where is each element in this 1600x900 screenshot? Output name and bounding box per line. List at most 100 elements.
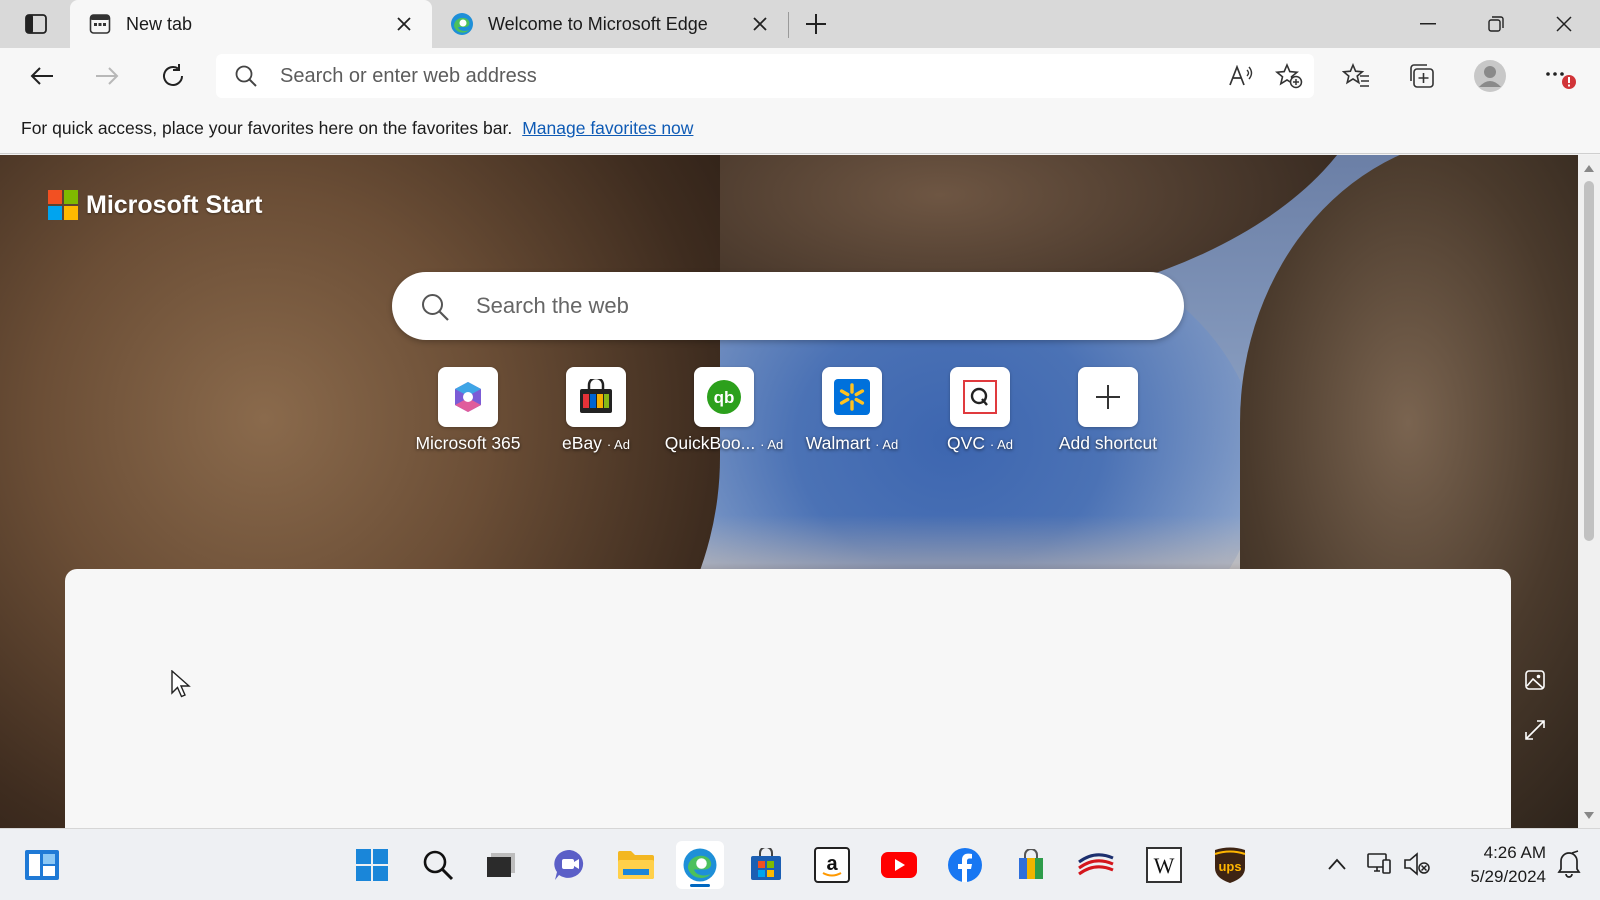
tab-welcome-edge[interactable]: Welcome to Microsoft Edge [432,0,788,48]
amazon-icon: a [814,847,850,883]
shortcut-label: Microsoft 365 [415,433,521,453]
plus-icon [1096,385,1120,409]
manage-favorites-link[interactable]: Manage favorites now [522,118,693,139]
notification-bell-icon [1557,850,1581,878]
bank-of-america-button[interactable] [1072,841,1120,889]
close-window-button[interactable] [1530,0,1598,48]
read-aloud-icon [1229,65,1253,86]
favorites-bar-message: For quick access, place your favorites h… [21,118,513,138]
favorites-bar: For quick access, place your favorites h… [0,104,1600,154]
address-bar[interactable] [216,54,1314,98]
search-icon [234,64,258,93]
collections-icon [1410,64,1434,88]
shortcut-walmart[interactable]: Walmart · Ad [788,367,916,454]
tab-title: Welcome to Microsoft Edge [488,13,708,34]
microsoft-365-icon [455,382,481,412]
active-app-indicator [690,884,710,887]
amazon-button[interactable]: a [808,841,856,889]
svg-text:a: a [826,853,838,875]
forward-button[interactable] [87,56,127,96]
collections-button[interactable] [1402,56,1442,96]
shortcut-label: QVC [947,433,985,453]
shortcut-label: eBay [562,433,602,453]
tab-close-button[interactable] [746,10,774,38]
minimize-button[interactable] [1394,0,1462,48]
system-clock[interactable]: 4:26 AM 5/29/2024 [1440,841,1546,889]
microsoft-store-button[interactable] [742,841,790,889]
favorites-button[interactable] [1336,56,1376,96]
forward-arrow-icon [96,67,119,85]
background-image-button[interactable] [1518,663,1552,697]
tab-actions-button[interactable] [18,12,54,36]
file-explorer-button[interactable] [612,841,660,889]
shortcut-quickbooks[interactable]: qb QuickBoo... · Ad [660,367,788,454]
notifications-button[interactable] [1554,847,1584,881]
refresh-button[interactable] [153,56,193,96]
back-button[interactable] [22,56,62,96]
close-icon [397,17,411,31]
tab-close-button[interactable] [390,10,418,38]
plus-icon [806,14,826,34]
network-icon [1367,853,1391,874]
scroll-up-arrow-icon[interactable] [1582,161,1596,175]
show-hidden-icons-button[interactable] [1322,847,1352,881]
shortcut-microsoft-365[interactable]: Microsoft 365 [404,367,532,454]
expand-icon [1525,720,1545,740]
microsoft-start-brand[interactable]: Microsoft Start [48,190,262,220]
ebay-bag-icon [580,379,612,413]
facebook-button[interactable] [941,841,989,889]
widgets-icon [25,850,59,880]
start-button[interactable] [348,841,396,889]
shopping-button[interactable] [1007,841,1055,889]
new-tab-page-icon [88,12,112,36]
web-search-input[interactable] [476,288,1126,324]
store-bag-icon [751,848,781,880]
restore-button[interactable] [1462,0,1530,48]
folder-icon [618,851,654,879]
taskbar: a W ups 4:26 AM 5/29/2024 [0,828,1600,900]
read-aloud-button[interactable] [1224,60,1258,92]
shortcut-ebay[interactable]: eBay · Ad [532,367,660,454]
settings-more-button[interactable] [1540,56,1580,96]
favorites-star-list-icon [1342,63,1369,87]
shortcut-label: Add shortcut [1058,433,1158,453]
shortcut-qvc[interactable]: QVC · Ad [916,367,1044,454]
clock-date: 5/29/2024 [1470,867,1546,886]
svg-text:qb: qb [714,388,735,407]
microsoft-logo-icon [48,190,78,220]
add-shortcut-button[interactable]: Add shortcut [1044,367,1172,454]
close-icon [1556,16,1572,32]
scroll-down-arrow-icon[interactable] [1582,808,1596,822]
ups-button[interactable]: ups [1206,841,1254,889]
minimize-icon [1420,23,1436,25]
bank-flag-icon [1078,853,1114,876]
more-options-icon [1546,72,1576,89]
scrollbar-thumb[interactable] [1584,181,1594,541]
network-button[interactable] [1364,847,1394,881]
expand-button[interactable] [1518,713,1552,747]
wikipedia-button[interactable]: W [1140,841,1188,889]
back-arrow-icon [30,67,53,85]
task-view-button[interactable] [477,841,525,889]
add-favorite-button[interactable] [1272,60,1306,92]
ad-badge: · Ad [760,437,784,452]
volume-button[interactable] [1402,847,1432,881]
svg-text:W: W [1154,853,1175,878]
youtube-button[interactable] [875,841,923,889]
profile-button[interactable] [1470,56,1510,96]
teams-chat-button[interactable] [546,841,594,889]
new-tab-button[interactable] [800,8,832,40]
tab-new-tab[interactable]: New tab [70,0,432,48]
page-scrollbar[interactable] [1578,155,1600,828]
edge-taskbar-button[interactable] [676,841,724,889]
web-search-box[interactable] [392,272,1184,340]
refresh-icon [163,64,183,86]
widgets-button[interactable] [18,841,66,889]
taskbar-search-button[interactable] [414,841,462,889]
address-input[interactable] [280,60,1180,92]
avatar-icon [1474,60,1506,92]
shortcut-label: QuickBoo... [664,433,756,453]
task-view-icon [487,853,515,877]
chevron-up-icon [1328,858,1346,870]
ups-shield-icon: ups [1214,847,1246,883]
